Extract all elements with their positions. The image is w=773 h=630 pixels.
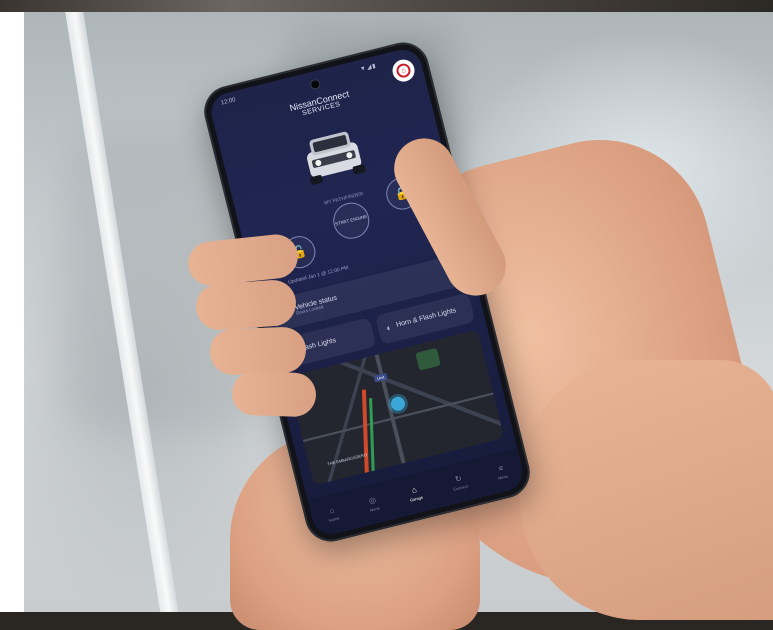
vehicle-status-text: Vehicle status Doors Locked [294, 294, 339, 317]
garage-tab-icon: ⌂ [410, 484, 418, 495]
map-street-label: THE EMBARCADERO [326, 451, 368, 467]
map-park [415, 347, 441, 371]
tab-label: Garage [409, 494, 424, 503]
start-engine-label: START ENGINE [334, 214, 368, 227]
tab-label: Home [328, 515, 340, 523]
left-finger [194, 278, 298, 332]
tab-label: Alerts [369, 505, 381, 513]
tab-garage[interactable]: ⌂ Garage [407, 484, 424, 503]
brand-line2: SERVICES [301, 100, 342, 118]
horn-lights-label: Horn & Flash Lights [395, 307, 457, 329]
right-wrist [520, 360, 773, 620]
left-finger [231, 370, 317, 418]
tab-connect[interactable]: ↻ Connect [450, 473, 469, 492]
status-icons: ▼◢▮ [359, 63, 378, 73]
status-time: 12:00 [220, 97, 237, 107]
left-finger [209, 326, 307, 376]
start-engine-button[interactable]: START ENGINE [329, 198, 374, 243]
horn-icon: ◐ [385, 322, 393, 334]
menu-tab-icon: ≡ [497, 463, 505, 474]
tab-label: Menu [497, 473, 509, 481]
connect-tab-icon: ↻ [454, 473, 463, 485]
tab-home[interactable]: ⌂ Home [326, 505, 340, 523]
map-route-alt [369, 398, 375, 479]
tab-alerts[interactable]: ◎ Alerts [366, 495, 380, 513]
tab-label: Connect [452, 483, 469, 492]
vehicle-image [306, 131, 366, 185]
map-pin-icon[interactable] [389, 395, 407, 413]
left-margin [0, 12, 24, 612]
alerts-tab-icon: ◎ [367, 495, 377, 506]
front-camera [310, 79, 321, 90]
home-tab-icon: ⌂ [328, 505, 336, 516]
map-route [361, 389, 370, 480]
top-photo-strip [0, 0, 773, 12]
map-location-label: Unit [373, 372, 388, 383]
tab-menu[interactable]: ≡ Menu [495, 463, 509, 481]
